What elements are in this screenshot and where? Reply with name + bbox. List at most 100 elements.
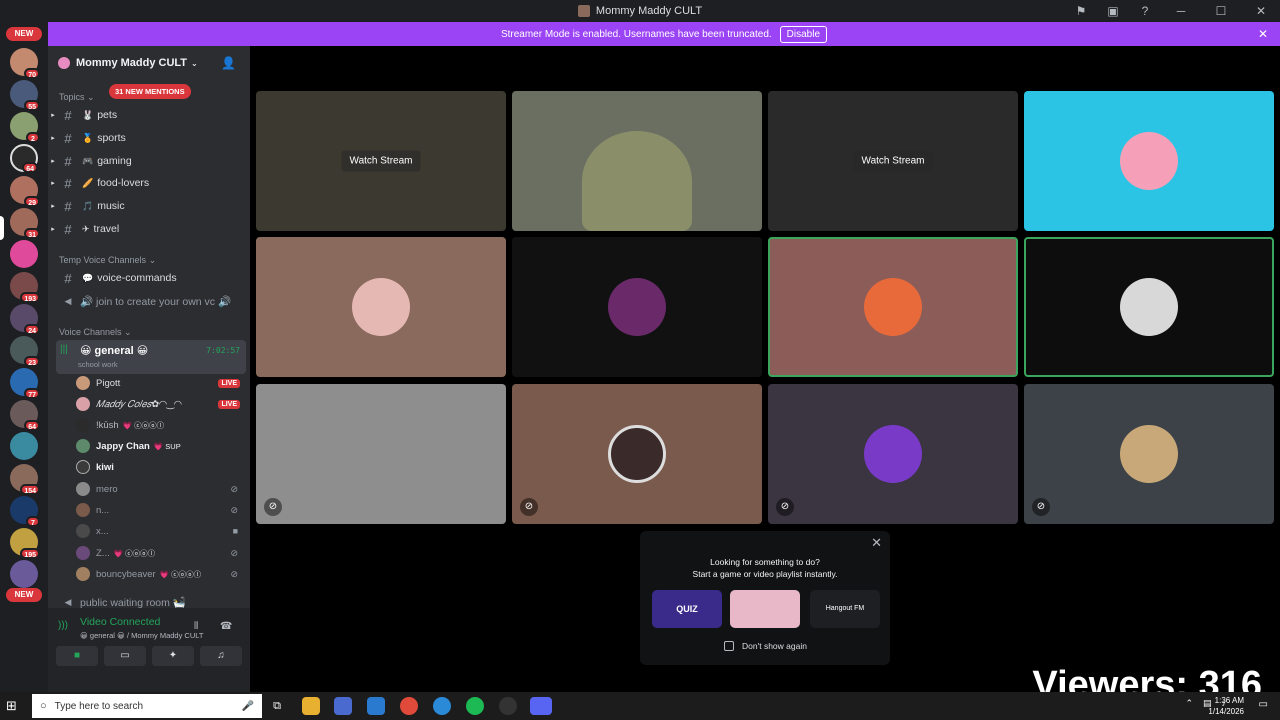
server-icon[interactable]: 77: [10, 368, 40, 399]
hangout-fm-activity[interactable]: Hangout FM: [810, 590, 880, 628]
voice-member[interactable]: mero ⊘: [76, 479, 246, 499]
category-voice[interactable]: Voice Channels ⌄: [59, 327, 132, 338]
mail-icon[interactable]: [367, 697, 385, 715]
server-icon[interactable]: 64: [10, 144, 38, 173]
store-icon[interactable]: [334, 697, 352, 715]
muted-icon: ⊘: [520, 498, 538, 516]
server-icon[interactable]: 7: [10, 496, 40, 527]
voice-member[interactable]: Jappy Chan 💗 SUP: [76, 436, 246, 456]
voice-member[interactable]: n... ⊘: [76, 500, 246, 520]
screen-icon[interactable]: ▣: [1106, 4, 1120, 18]
noise-suppression-icon[interactable]: ⫴: [194, 621, 198, 632]
server-icon[interactable]: 193: [10, 272, 40, 303]
channel-voice-commands[interactable]: # 💬 voice-commands: [48, 268, 250, 288]
voice-member[interactable]: Pigott LIVE: [76, 373, 246, 393]
participant-tile[interactable]: ⊘: [256, 384, 506, 524]
server-icon[interactable]: [10, 240, 38, 268]
participant-tile[interactable]: [1024, 237, 1274, 377]
chrome-icon[interactable]: [400, 697, 418, 715]
app-icon[interactable]: [499, 697, 517, 715]
checkbox[interactable]: [724, 641, 734, 651]
dont-show-again[interactable]: Don't show again: [724, 641, 807, 651]
task-view-icon[interactable]: ⧉: [268, 697, 286, 715]
soundboard-button[interactable]: ♫: [200, 646, 242, 666]
inbox-icon[interactable]: ⚑: [1074, 4, 1088, 18]
server-icon[interactable]: 55: [10, 80, 40, 111]
voice-location[interactable]: 😀 general 😀 / Mommy Maddy CULT: [80, 631, 203, 640]
watch-stream-button[interactable]: Watch Stream: [853, 150, 933, 172]
close-icon[interactable]: ✕: [871, 535, 882, 551]
participant-tile[interactable]: [256, 237, 506, 377]
watch-stream-button[interactable]: Watch Stream: [341, 150, 421, 172]
channel-sports[interactable]: ▸ # 🏅 sports: [48, 128, 250, 148]
screen-share-button[interactable]: ▭: [104, 646, 146, 666]
disable-button[interactable]: Disable: [779, 25, 828, 43]
file-explorer-icon[interactable]: [302, 697, 320, 715]
camera-tile[interactable]: [512, 91, 762, 231]
channel-travel[interactable]: ▸ # ✈ travel: [48, 219, 250, 239]
server-icon[interactable]: [10, 560, 38, 588]
channel-music[interactable]: ▸ # 🎵 music: [48, 196, 250, 216]
channel-pets[interactable]: ▸ # 🐰 pets: [48, 105, 250, 125]
guild-name: Mommy Maddy CULT: [76, 57, 188, 69]
holiday-activity[interactable]: [730, 590, 800, 628]
clock[interactable]: 1:36 AM 1/14/2026: [1208, 695, 1244, 717]
avatar: [352, 278, 410, 336]
voice-status[interactable]: Video Connected: [80, 616, 160, 628]
category-temp-voice[interactable]: Temp Voice Channels ⌄: [59, 255, 156, 266]
server-icon[interactable]: 154: [10, 464, 40, 495]
server-icon[interactable]: 23: [10, 336, 40, 367]
server-icon[interactable]: [10, 432, 38, 460]
voice-member[interactable]: x... ■: [76, 521, 246, 541]
server-icon[interactable]: 64: [10, 400, 40, 431]
activity-suggestion-popup: ✕ Looking for something to do? Start a g…: [640, 531, 890, 665]
channel-join-to-create[interactable]: ◀ 🔊 join to create your own vc 🔊: [48, 291, 250, 311]
server-icon[interactable]: 29: [10, 176, 40, 207]
channel-food-lovers[interactable]: ▸ # 🥖 food-lovers: [48, 173, 250, 193]
server-icon[interactable]: 70: [10, 48, 40, 79]
participant-tile[interactable]: [1024, 91, 1274, 231]
close-button[interactable]: ✕: [1250, 4, 1272, 18]
maximize-button[interactable]: ☐: [1210, 4, 1232, 18]
avatar: [608, 278, 666, 336]
search-icon: ○: [40, 700, 47, 712]
activity-button[interactable]: ✦: [152, 646, 194, 666]
voice-member[interactable]: Z... 💗 ⓒⓞⓞⓛ ⊘: [76, 543, 246, 563]
guild-icon: [58, 57, 70, 69]
participant-tile[interactable]: ⊘: [768, 384, 1018, 524]
server-icon[interactable]: 195: [10, 528, 40, 559]
participant-tile[interactable]: ⊘: [512, 384, 762, 524]
participant-tile[interactable]: ⊘: [1024, 384, 1274, 524]
voice-member[interactable]: kiwi: [76, 457, 246, 477]
quiz-activity[interactable]: QUIZ: [652, 590, 722, 628]
edge-icon[interactable]: [433, 697, 451, 715]
guild-header[interactable]: Mommy Maddy CULT ⌄ 👤: [48, 46, 250, 80]
invite-icon[interactable]: 👤: [221, 56, 236, 70]
server-icon[interactable]: 24: [10, 304, 40, 335]
stream-tile[interactable]: Watch Stream: [768, 91, 1018, 231]
category-topics[interactable]: Topics ⌄: [59, 92, 95, 103]
voice-channel-general[interactable]: ||| 😀 general 😀 school work 7:02:57: [56, 340, 246, 374]
minimize-button[interactable]: ─: [1170, 4, 1192, 18]
voice-member[interactable]: bouncybeaver 💗 ⓒⓞⓞⓛ ⊘: [76, 564, 246, 584]
discord-icon[interactable]: [530, 697, 552, 715]
close-icon[interactable]: ✕: [1258, 27, 1268, 41]
taskbar-search[interactable]: ○ Type here to search 🎤: [32, 694, 262, 718]
mic-icon[interactable]: 🎤: [242, 701, 254, 712]
voice-member[interactable]: !kūsh 💗 ⓒⓞⓞⓛ: [76, 415, 246, 435]
help-icon[interactable]: ?: [1138, 4, 1152, 18]
voice-member[interactable]: 𝑀𝑎𝑑𝑑𝑦 𝐶𝑜𝑙𝑒𝑠✿◠‿◠ LIVE: [76, 394, 246, 414]
server-icon[interactable]: 2: [10, 112, 40, 143]
new-mentions-pill[interactable]: 31 NEW MENTIONS: [109, 84, 191, 99]
windows-start-icon[interactable]: ⊞: [6, 698, 17, 714]
channel-gaming[interactable]: ▸ # 🎮 gaming: [48, 151, 250, 171]
stream-tile[interactable]: Watch Stream: [256, 91, 506, 231]
notification-icon[interactable]: ▭: [1259, 699, 1268, 710]
server-icon[interactable]: 31: [10, 208, 40, 239]
participant-tile[interactable]: [512, 237, 762, 377]
disconnect-icon[interactable]: ☎: [220, 621, 232, 632]
avatar: [76, 482, 90, 496]
participant-tile[interactable]: [768, 237, 1018, 377]
spotify-icon[interactable]: [466, 697, 484, 715]
camera-button[interactable]: ■: [56, 646, 98, 666]
